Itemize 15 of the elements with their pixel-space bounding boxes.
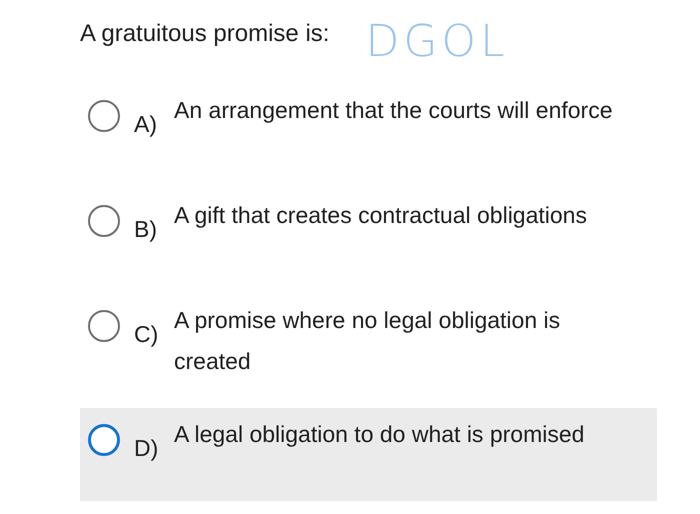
option-row[interactable]: D) A legal obligation to do what is promised (80, 408, 657, 501)
radio-button[interactable] (88, 310, 120, 342)
question-text: A gratuitous promise is: (80, 20, 330, 48)
option-letter: D) (134, 435, 160, 462)
option-text: An arrangement that the courts will enforce (174, 96, 614, 125)
option-letter: C) (134, 321, 160, 348)
option-text: A gift that creates contractual obligations (174, 201, 588, 230)
handwritten-note: DGOL (365, 16, 509, 67)
option-text: A legal obligation to do what is promised (174, 420, 586, 449)
option-text: A promise where no legal obligation is created (174, 306, 562, 376)
option-letter: B) (134, 216, 158, 243)
radio-button[interactable] (88, 100, 120, 132)
option-letter: A) (134, 111, 158, 138)
radio-button[interactable] (88, 205, 120, 237)
radio-button[interactable] (88, 424, 120, 456)
